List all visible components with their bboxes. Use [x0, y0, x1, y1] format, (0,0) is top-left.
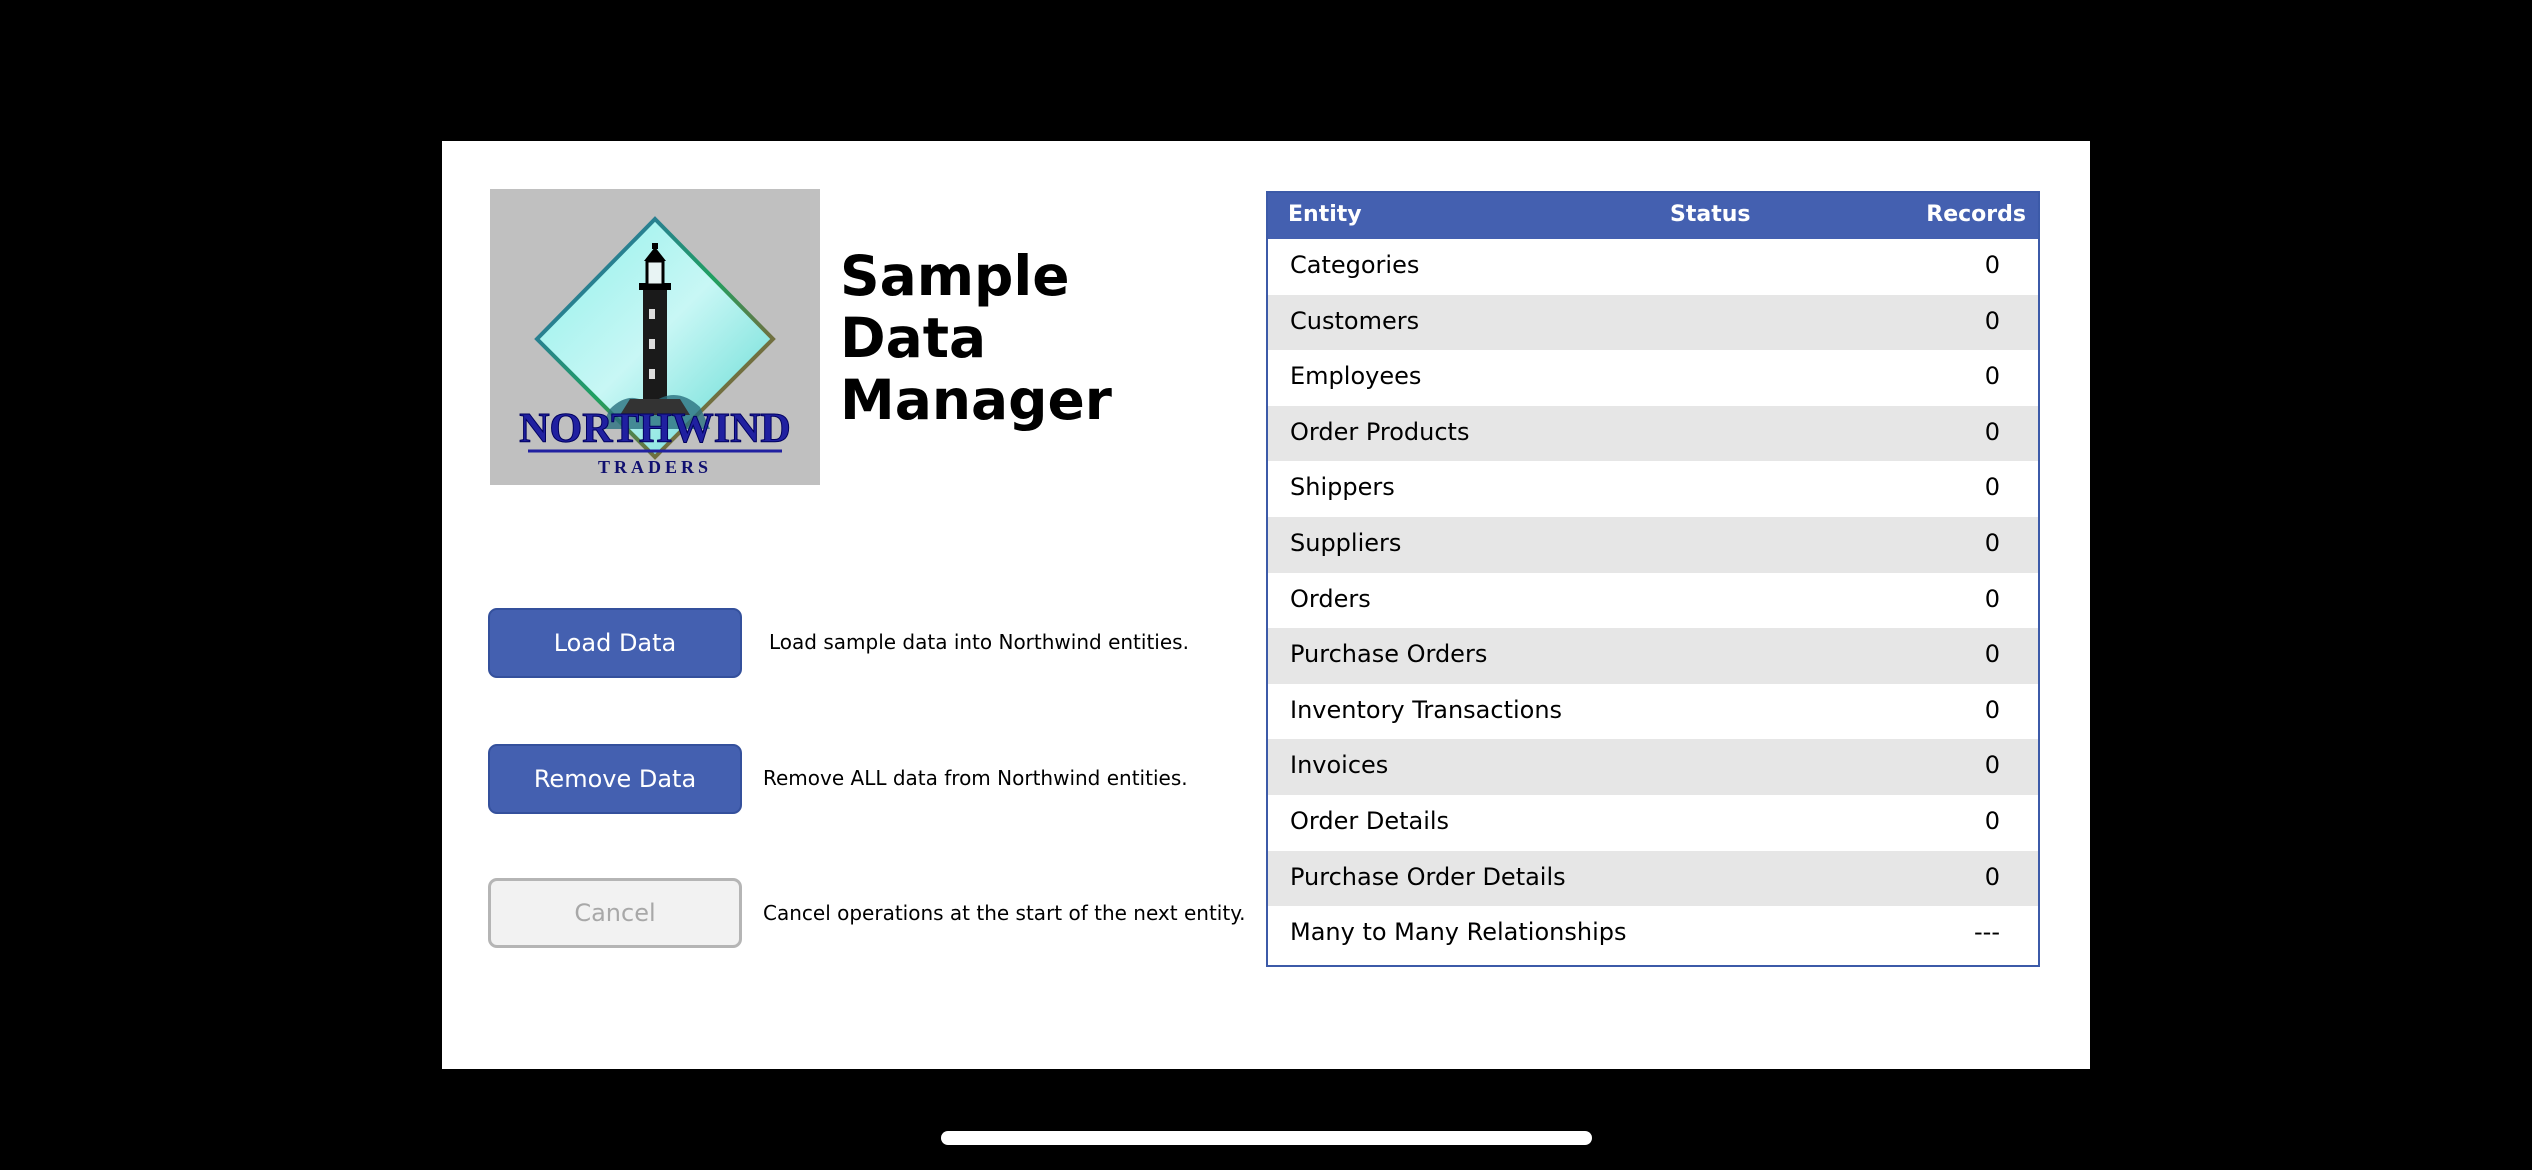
- table-header: Entity Status Records: [1268, 193, 2038, 239]
- entity-name: Purchase Order Details: [1290, 862, 1566, 891]
- table-row: Order Details 0: [1268, 795, 2038, 851]
- cancel-description: Cancel operations at the start of the ne…: [763, 901, 1246, 925]
- load-data-button[interactable]: Load Data: [488, 608, 742, 678]
- entity-records: 0: [1984, 640, 2000, 669]
- page-title: Sample Data Manager: [840, 244, 1112, 432]
- table-row: Suppliers 0: [1268, 516, 2038, 573]
- entity-name: Invoices: [1290, 751, 1389, 780]
- logo-sub-text: TRADERS: [598, 457, 712, 477]
- header-entity: Entity: [1288, 202, 1362, 227]
- table-row: Shippers 0: [1268, 461, 2038, 517]
- entity-records: 0: [1984, 695, 2000, 724]
- remove-data-description: Remove ALL data from Northwind entities.: [763, 766, 1188, 790]
- table-body: Categories 0 Customers 0 Employees 0 Order …: [1268, 239, 2038, 962]
- table-row: Order Products 0: [1268, 405, 2038, 462]
- entity-records: ---: [1974, 918, 2000, 947]
- table-row: Purchase Order Details 0: [1268, 850, 2038, 907]
- header-records: Records: [1926, 202, 2026, 227]
- cancel-button[interactable]: Cancel: [488, 878, 742, 948]
- table-row: Purchase Orders 0: [1268, 628, 2038, 684]
- entity-name: Suppliers: [1290, 528, 1402, 557]
- northwind-logo: NORTHWIND TRADERS: [490, 189, 820, 485]
- entity-records: 0: [1984, 417, 2000, 446]
- entity-status-table: Entity Status Records Categories 0 Custom…: [1266, 191, 2040, 967]
- header-status: Status: [1670, 202, 1751, 227]
- entity-records: 0: [1984, 528, 2000, 557]
- entity-name: Purchase Orders: [1290, 640, 1488, 669]
- remove-data-button[interactable]: Remove Data: [488, 744, 742, 814]
- entity-name: Employees: [1290, 362, 1422, 391]
- entity-name: Shippers: [1290, 473, 1395, 502]
- entity-name: Order Products: [1290, 417, 1470, 446]
- logo-brand-text: NORTHWIND: [519, 406, 791, 452]
- entity-records: 0: [1984, 306, 2000, 335]
- entity-records: 0: [1984, 362, 2000, 391]
- entity-records: 0: [1984, 584, 2000, 613]
- app-canvas: NORTHWIND TRADERS Sample Data Manager Lo…: [442, 141, 2090, 1069]
- entity-records: 0: [1984, 862, 2000, 891]
- home-indicator-bar[interactable]: [941, 1131, 1592, 1145]
- entity-records: 0: [1984, 751, 2000, 780]
- entity-records: 0: [1984, 473, 2000, 502]
- load-data-description: Load sample data into Northwind entities…: [769, 630, 1189, 654]
- table-row: Customers 0: [1268, 294, 2038, 351]
- entity-name: Categories: [1290, 251, 1420, 279]
- table-row: Categories 0: [1268, 239, 2038, 295]
- entity-name: Many to Many Relationships: [1290, 918, 1627, 947]
- table-row: Orders 0: [1268, 573, 2038, 629]
- entity-name: Orders: [1290, 584, 1371, 613]
- entity-name: Customers: [1290, 306, 1420, 335]
- entity-records: 0: [1984, 251, 2000, 279]
- entity-records: 0: [1984, 806, 2000, 835]
- table-row: Employees 0: [1268, 350, 2038, 406]
- lighthouse-icon: NORTHWIND TRADERS: [519, 216, 791, 477]
- table-row: Invoices 0: [1268, 739, 2038, 795]
- table-row: Inventory Transactions 0: [1268, 684, 2038, 740]
- entity-name: Order Details: [1290, 806, 1450, 835]
- entity-name: Inventory Transactions: [1290, 695, 1563, 724]
- table-row: Many to Many Relationships ---: [1268, 906, 2038, 962]
